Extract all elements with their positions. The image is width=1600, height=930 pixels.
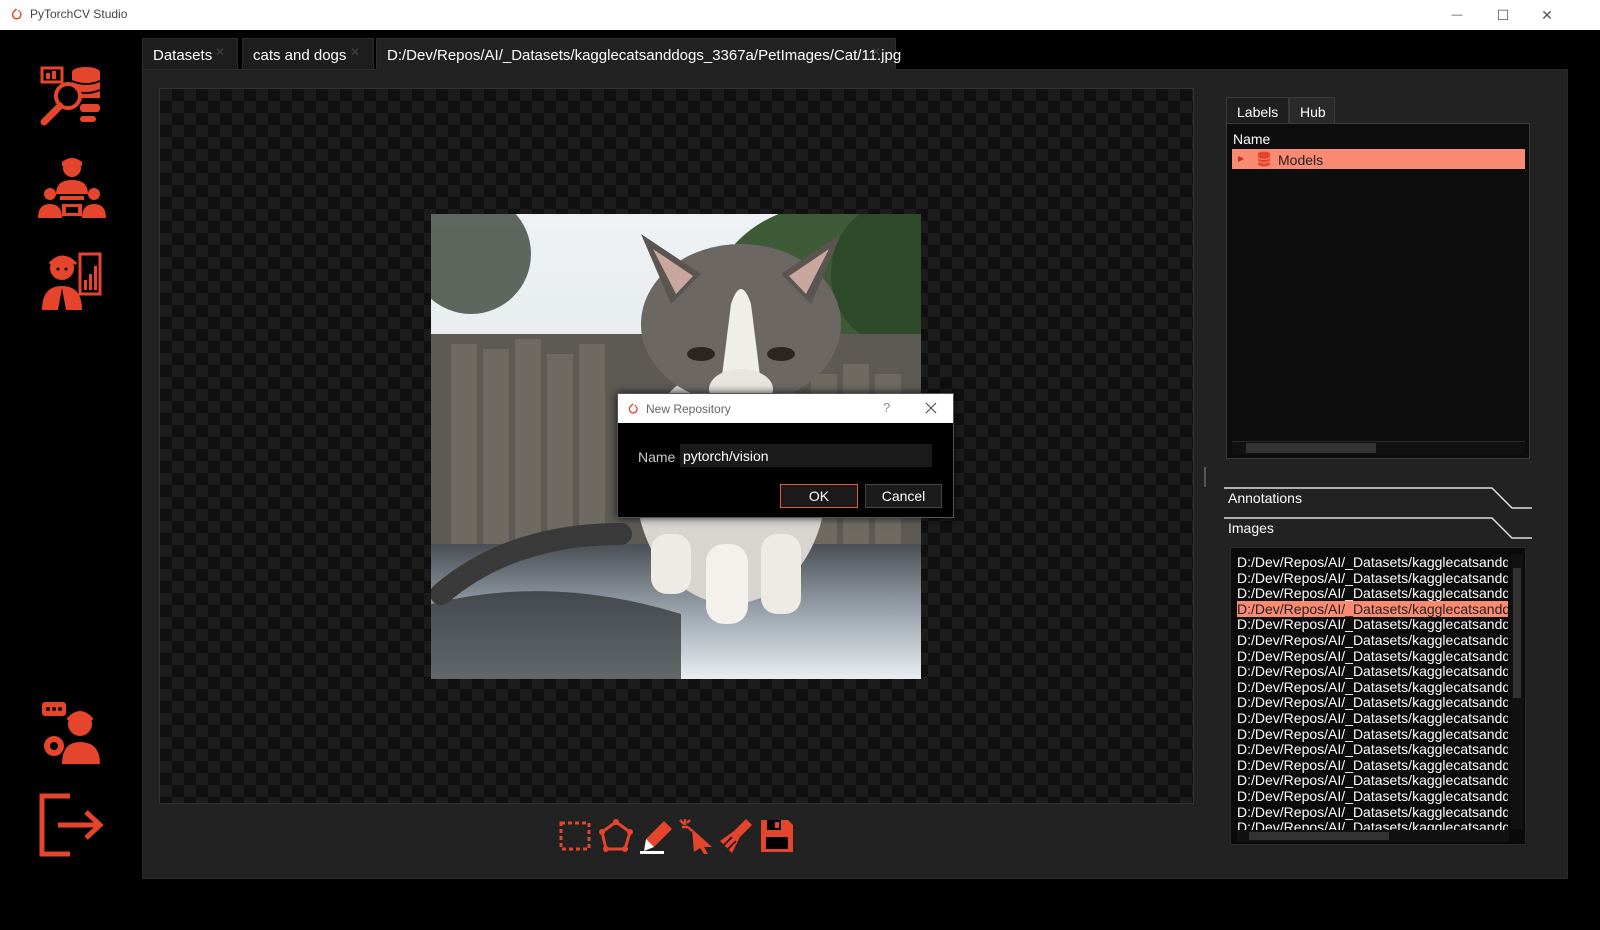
title-bar: PyTorchCV Studio — ☐ ✕ — [0, 0, 1600, 30]
image-list-item[interactable]: D:/Dev/Repos/AI/_Datasets/kagglecatsandd… — [1237, 648, 1508, 664]
tab-close-icon[interactable]: ✕ — [215, 45, 225, 59]
image-list-item[interactable]: D:/Dev/Repos/AI/_Datasets/kagglecatsandd… — [1237, 585, 1508, 601]
annotations-label: Annotations — [1228, 490, 1302, 506]
close-window-button[interactable]: ✕ — [1524, 0, 1570, 30]
image-file-list: D:/Dev/Repos/AI/_Datasets/kagglecatsand d… — [1230, 547, 1526, 845]
tab-label: Datasets — [153, 47, 213, 64]
image-list-item[interactable]: D:/Dev/Repos/AI/_Datasets/kagglecatsandd… — [1237, 726, 1508, 742]
tab-label: Hub — [1300, 104, 1326, 120]
tab-hub[interactable]: Hub — [1289, 97, 1335, 124]
horizontal-scrollbar[interactable] — [1237, 830, 1509, 842]
magic-select-icon[interactable] — [678, 817, 716, 855]
tab-label: cats and dogs — [253, 47, 347, 64]
image-list-item[interactable]: D:/Dev/Repos/AI/_Datasets/kagglecatsandd… — [1237, 694, 1508, 710]
tree-row-models[interactable]: ▶ Models — [1232, 149, 1525, 169]
tree-column-header[interactable]: Name — [1233, 131, 1270, 147]
tab-label: D:/Dev/Repos/AI/_Datasets/kagglecatsandd… — [387, 47, 902, 64]
image-list-item[interactable]: D:/Dev/Repos/AI/_Datasets/kagglecatsandd… — [1237, 757, 1508, 773]
window-title: PyTorchCV Studio — [30, 7, 128, 21]
tab-cats-and-dogs[interactable]: cats and dogs ✕ — [242, 38, 374, 70]
image-list-item[interactable]: D:/Dev/Repos/AI/_Datasets/kagglecatsandd… — [1237, 570, 1508, 586]
exit-icon[interactable] — [36, 790, 108, 862]
cancel-button[interactable]: Cancel — [865, 484, 942, 508]
tab-labels[interactable]: Labels — [1226, 97, 1289, 124]
minimize-icon: — — [1451, 9, 1463, 21]
save-icon[interactable] — [758, 817, 796, 855]
help-icon[interactable]: ? — [883, 400, 890, 415]
scrollbar-thumb[interactable] — [1513, 568, 1521, 698]
scrollbar-thumb[interactable] — [1246, 443, 1376, 453]
dataset-search-icon[interactable] — [36, 62, 108, 134]
support-agent-icon[interactable] — [36, 698, 108, 770]
scrollbar-thumb[interactable] — [1249, 832, 1389, 840]
pytorch-logo-icon — [11, 8, 22, 20]
polygon-icon[interactable] — [597, 817, 635, 855]
brush-icon[interactable] — [638, 817, 676, 855]
tab-close-icon[interactable]: ✕ — [350, 45, 360, 59]
image-list-item[interactable]: D:/Dev/Repos/AI/_Datasets/kagglecatsandd… — [1237, 788, 1508, 804]
annotations-section-header[interactable]: Annotations — [1224, 487, 1532, 511]
database-icon — [1257, 151, 1271, 167]
image-list-item[interactable]: D:/Dev/Repos/AI/_Datasets/kagglecatsandd… — [1237, 679, 1508, 695]
pytorch-logo-icon — [628, 403, 638, 414]
analytics-person-icon[interactable] — [36, 248, 108, 320]
tab-datasets[interactable]: Datasets ✕ — [142, 38, 238, 70]
image-list-item[interactable]: D:/Dev/Repos/AI/_Datasets/kagglecatsandd… — [1237, 772, 1508, 788]
image-list-item[interactable]: D:/Dev/Repos/AI/_Datasets/kagglecatsandd… — [1237, 741, 1508, 757]
new-repository-dialog: New Repository ? Name OK Cancel — [617, 393, 954, 518]
close-icon: ✕ — [1541, 6, 1553, 23]
image-list-item[interactable]: D:/Dev/Repos/AI/_Datasets/kagglecatsandd… — [1237, 616, 1508, 632]
dialog-title: New Repository — [646, 402, 731, 416]
ok-button[interactable]: OK — [780, 484, 858, 508]
tree-row-label: Models — [1278, 152, 1324, 168]
image-list-item[interactable]: D:/Dev/Repos/AI/_Datasets/kagglecatsandd… — [1237, 663, 1508, 679]
dialog-title-bar: New Repository ? — [618, 394, 953, 423]
images-section-header[interactable]: Images — [1224, 517, 1532, 541]
rectangle-select-icon[interactable] — [556, 817, 594, 855]
close-icon[interactable] — [924, 401, 938, 415]
expand-arrow-icon[interactable]: ▶ — [1238, 154, 1244, 163]
image-list-item[interactable]: D:/Dev/Repos/AI/_Datasets/kagglecatsandd… — [1237, 554, 1508, 570]
image-list-item[interactable]: D:/Dev/Repos/AI/_Datasets/kagglecatsandd… — [1237, 632, 1508, 648]
tab-close-icon[interactable]: ✕ — [871, 45, 881, 59]
repository-name-input[interactable] — [680, 444, 932, 467]
image-list-item[interactable]: D:/Dev/Repos/AI/_Datasets/kagglecatsandd… — [1237, 804, 1508, 820]
name-label: Name — [638, 449, 676, 465]
annotators-team-icon[interactable] — [36, 154, 108, 226]
left-navigation-rail — [0, 30, 142, 930]
vertical-scrollbar[interactable] — [1511, 554, 1523, 829]
tab-image-11[interactable]: D:/Dev/Repos/AI/_Datasets/kagglecatsandd… — [376, 38, 901, 70]
tab-label: Labels — [1237, 104, 1279, 120]
image-list-item[interactable]: D:/Dev/Repos/AI/_Datasets/kagglecatsandd… — [1237, 600, 1508, 617]
horizontal-scrollbar[interactable] — [1232, 441, 1525, 454]
image-list-item[interactable]: D:/Dev/Repos/AI/_Datasets/kagglecatsandd… — [1237, 710, 1508, 726]
minimize-button[interactable]: — — [1434, 0, 1480, 30]
hub-tree: Name ▶ Models — [1226, 123, 1530, 459]
eraser-broom-icon[interactable] — [718, 817, 756, 855]
maximize-button[interactable]: ☐ — [1480, 0, 1526, 30]
panel-splitter-handle[interactable] — [1203, 467, 1207, 487]
maximize-icon: ☐ — [1496, 6, 1510, 23]
images-label: Images — [1228, 520, 1274, 536]
